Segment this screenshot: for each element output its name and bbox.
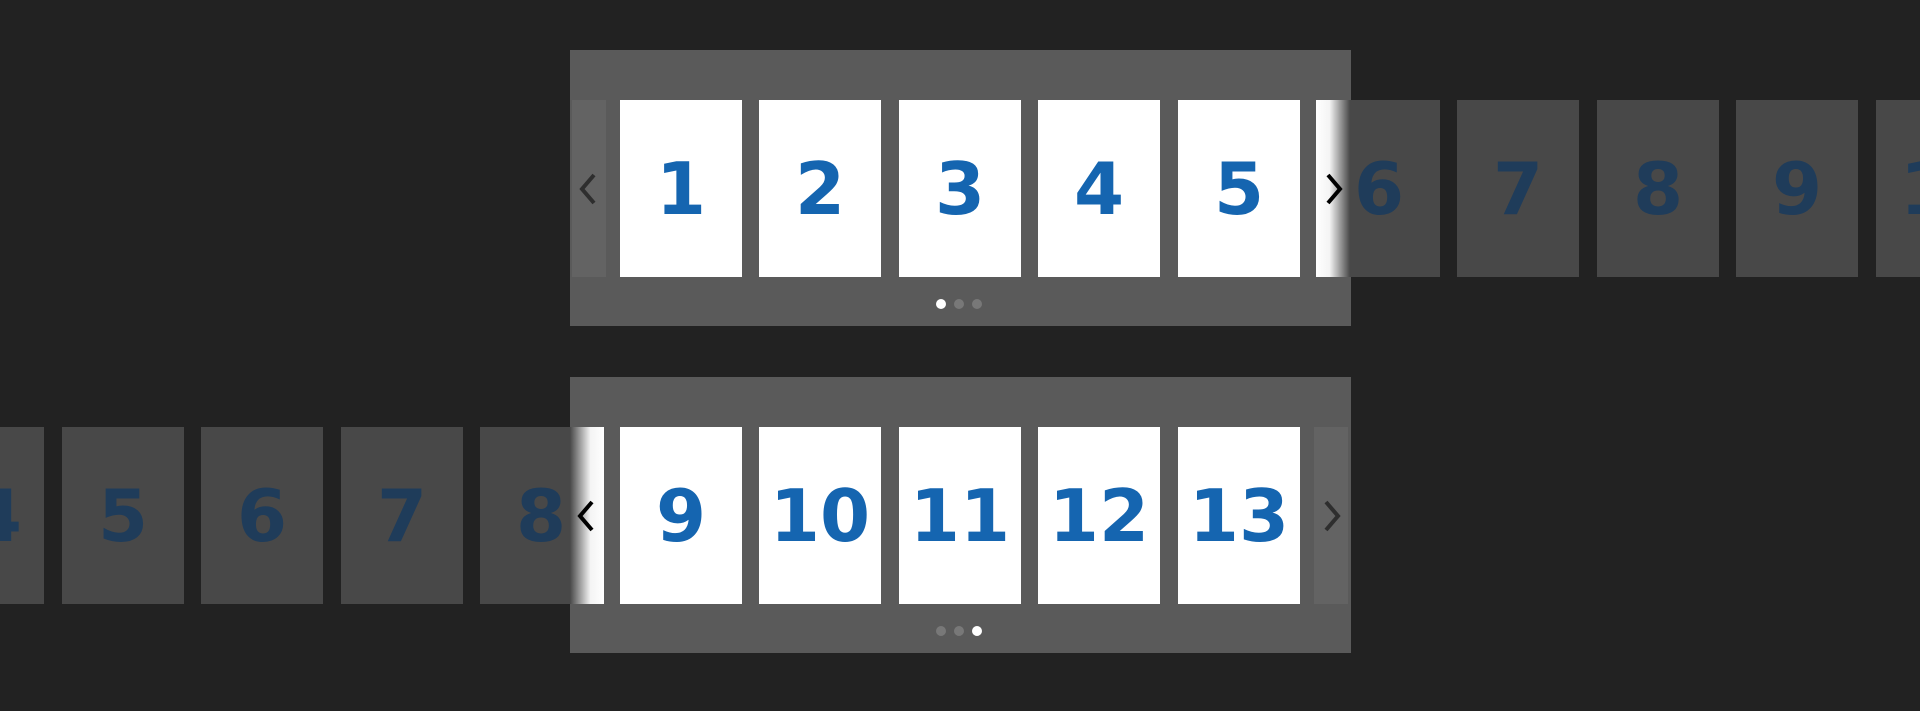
offscreen-slide: 5: [62, 427, 184, 604]
carousel-bottom: 9 10 11 12 13: [570, 377, 1351, 653]
page-dot[interactable]: [954, 299, 964, 309]
chevron-left-icon: [577, 500, 594, 531]
page-indicator: [936, 626, 982, 636]
page-dot[interactable]: [936, 626, 946, 636]
chevron-left-icon: [579, 173, 596, 204]
slide-card[interactable]: 3: [899, 100, 1021, 277]
prev-button[interactable]: [572, 100, 606, 277]
slide-card[interactable]: 4: [1038, 100, 1160, 277]
offscreen-slide: 7: [1457, 100, 1579, 277]
next-button[interactable]: [1316, 100, 1350, 277]
page-dot[interactable]: [936, 299, 946, 309]
slide-card[interactable]: 10: [759, 427, 881, 604]
chevron-right-icon: [1326, 173, 1343, 204]
slide-card[interactable]: 5: [1178, 100, 1300, 277]
offscreen-slide: 6: [201, 427, 323, 604]
offscreen-slide: 1: [1876, 100, 1920, 277]
page-dot[interactable]: [972, 299, 982, 309]
offscreen-slide: 9: [1736, 100, 1858, 277]
slide-card[interactable]: 1: [620, 100, 742, 277]
slide-card[interactable]: 2: [759, 100, 881, 277]
slide-card[interactable]: 12: [1038, 427, 1160, 604]
offscreen-slide: 8: [1597, 100, 1719, 277]
next-button[interactable]: [1314, 427, 1348, 604]
slide-card[interactable]: 9: [620, 427, 742, 604]
offscreen-slide: 4: [0, 427, 44, 604]
carousel-top: 1 2 3 4 5: [570, 50, 1351, 326]
offscreen-slide: 7: [341, 427, 463, 604]
slide-card[interactable]: 11: [899, 427, 1021, 604]
chevron-right-icon: [1324, 500, 1341, 531]
prev-button[interactable]: [570, 427, 604, 604]
page-indicator: [936, 299, 982, 309]
page-dot[interactable]: [954, 626, 964, 636]
page-dot[interactable]: [972, 626, 982, 636]
slide-card[interactable]: 13: [1178, 427, 1300, 604]
